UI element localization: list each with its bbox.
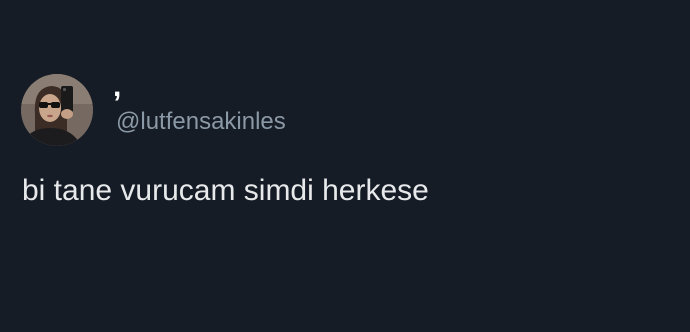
author-avatar[interactable] [21, 74, 93, 146]
author-handle[interactable]: @lutfensakinles [116, 108, 286, 136]
author-display-name[interactable]: , [113, 72, 121, 102]
tweet-card: , @lutfensakinles bi tane vurucam simdi … [0, 0, 690, 332]
avatar-photo [21, 74, 93, 146]
tweet-text: bi tane vurucam simdi herkese [22, 174, 429, 207]
